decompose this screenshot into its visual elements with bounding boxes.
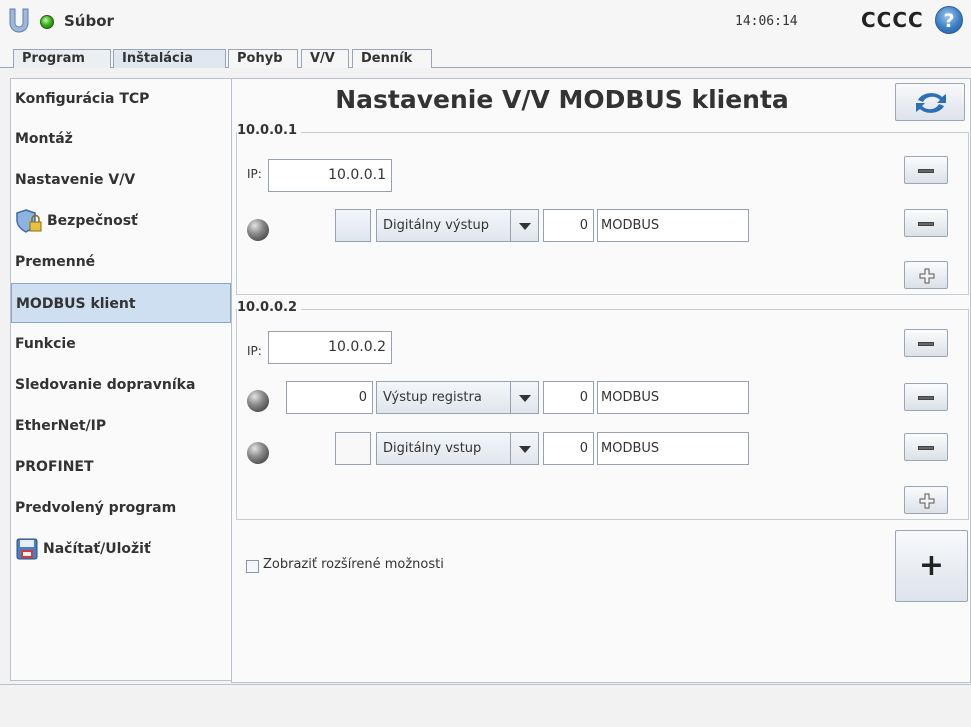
help-button[interactable]: ?	[935, 6, 963, 34]
sidebar-item-label: Premenné	[15, 254, 96, 270]
modbus-unit-1: 10.0.0.1 IP: 10.0.0.1 Digitálny výstup 0…	[236, 123, 969, 295]
refresh-button[interactable]	[895, 83, 965, 121]
refresh-arrows-icon	[916, 93, 946, 113]
advanced-options-checkbox[interactable]	[246, 560, 259, 573]
signal-type-select[interactable]: Výstup registra	[376, 381, 539, 414]
page-title: Nastavenie V/V MODBUS klienta	[335, 85, 789, 114]
main-panel: Nastavenie V/V MODBUS klienta 10.0.0.1 I…	[231, 78, 971, 683]
sidebar-item-label: PROFINET	[15, 459, 94, 475]
ip-field[interactable]: 10.0.0.2	[268, 331, 392, 364]
minus-icon	[918, 446, 934, 450]
ip-label: IP:	[247, 167, 262, 181]
file-menu[interactable]: Súbor	[64, 12, 114, 30]
minus-icon	[918, 169, 934, 173]
sidebar-item-default-program[interactable]: Predvolený program	[11, 488, 231, 528]
sidebar-item-mounting[interactable]: Montáž	[11, 119, 231, 159]
sidebar-item-profinet[interactable]: PROFINET	[11, 447, 231, 487]
sidebar-item-label: Bezpečnosť	[47, 213, 138, 229]
minus-icon	[918, 222, 934, 226]
chevron-down-icon	[510, 210, 538, 241]
signal-status-led	[247, 442, 269, 464]
minus-icon	[918, 342, 934, 346]
signal-type-select[interactable]: Digitálny výstup	[376, 209, 539, 242]
sidebar-item-label: Nastavenie V/V	[15, 172, 136, 188]
tab-io[interactable]: V/V	[301, 49, 349, 68]
remove-unit-button[interactable]	[904, 156, 948, 184]
tab-log[interactable]: Denník	[352, 49, 432, 68]
shield-lock-icon	[16, 209, 42, 233]
chevron-down-icon	[510, 433, 538, 464]
register-value-field[interactable]: 0	[286, 381, 373, 414]
unit-name: 10.0.0.2	[237, 300, 302, 315]
plus-icon	[919, 268, 935, 284]
sidebar-item-io-setup[interactable]: Nastavenie V/V	[11, 160, 231, 200]
tab-bar: Program Inštalácia Pohyb V/V Denník	[0, 44, 971, 68]
tab-move[interactable]: Pohyb	[228, 49, 298, 68]
sidebar-item-label: EtherNet/IP	[15, 418, 107, 434]
sidebar-item-label: Konfigurácia TCP	[15, 91, 150, 107]
ip-label: IP:	[247, 344, 262, 358]
signal-name-field[interactable]: MODBUS	[597, 381, 749, 414]
signal-status-led	[247, 219, 269, 241]
bottom-bar	[0, 684, 971, 727]
top-bar: Súbor 14:06:14 CCCC ?	[0, 0, 971, 44]
remove-unit-button[interactable]	[904, 329, 948, 357]
plus-icon	[919, 493, 935, 509]
sidebar-item-ethernet-ip[interactable]: EtherNet/IP	[11, 406, 231, 446]
robot-status-icon	[40, 15, 54, 29]
add-modbus-unit-button[interactable]: +	[895, 530, 968, 602]
tab-installation[interactable]: Inštalácia	[113, 49, 226, 68]
ur-logo-icon	[9, 8, 29, 33]
floppy-disk-icon	[16, 538, 38, 560]
sidebar-item-label: Načítať/Uložiť	[43, 541, 151, 557]
sidebar-item-safety[interactable]: Bezpečnosť	[11, 201, 231, 241]
signal-name-field[interactable]: MODBUS	[597, 209, 749, 242]
sidebar-item-label: Funkcie	[15, 336, 76, 352]
modbus-unit-2: 10.0.0.2 IP: 10.0.0.2 0 Výstup registra …	[236, 300, 969, 520]
sidebar-item-tcp-configuration[interactable]: Konfigurácia TCP	[11, 79, 231, 119]
minus-icon	[918, 396, 934, 400]
signal-value-indicator	[335, 432, 371, 465]
unit-name: 10.0.0.1	[237, 123, 302, 138]
sidebar-item-variables[interactable]: Premenné	[11, 242, 231, 282]
sidebar-item-modbus-client[interactable]: MODBUS klient	[11, 283, 231, 323]
sidebar-item-features[interactable]: Funkcie	[11, 324, 231, 364]
sidebar-item-load-save[interactable]: Načítať/Uložiť	[11, 529, 231, 569]
signal-status-led	[247, 390, 269, 412]
signal-type-select[interactable]: Digitálny vstup	[376, 432, 539, 465]
robot-name: CCCC	[861, 8, 924, 32]
sidebar-item-label: Sledovanie dopravníka	[15, 377, 196, 393]
signal-value-toggle[interactable]	[335, 209, 371, 242]
add-signal-button[interactable]	[904, 486, 948, 514]
remove-signal-button[interactable]	[904, 209, 948, 237]
sidebar-item-conveyor-tracking[interactable]: Sledovanie dopravníka	[11, 365, 231, 405]
signal-address-field[interactable]: 0	[543, 432, 594, 465]
tab-program[interactable]: Program	[13, 49, 111, 68]
clock: 14:06:14	[735, 14, 798, 29]
ip-field[interactable]: 10.0.0.1	[268, 159, 392, 192]
sidebar-item-label: Montáž	[15, 131, 73, 147]
chevron-down-icon	[510, 382, 538, 413]
remove-signal-button[interactable]	[904, 383, 948, 411]
sidebar-item-label: Predvolený program	[15, 500, 177, 516]
signal-address-field[interactable]: 0	[543, 381, 594, 414]
signal-address-field[interactable]: 0	[543, 209, 594, 242]
remove-signal-button[interactable]	[904, 433, 948, 461]
signal-name-field[interactable]: MODBUS	[597, 432, 749, 465]
advanced-options-label: Zobraziť rozšírené možnosti	[263, 557, 444, 572]
sidebar-item-label: MODBUS klient	[16, 296, 136, 312]
sidebar: Konfigurácia TCP Montáž Nastavenie V/V B…	[10, 78, 231, 681]
add-signal-button[interactable]	[904, 261, 948, 289]
